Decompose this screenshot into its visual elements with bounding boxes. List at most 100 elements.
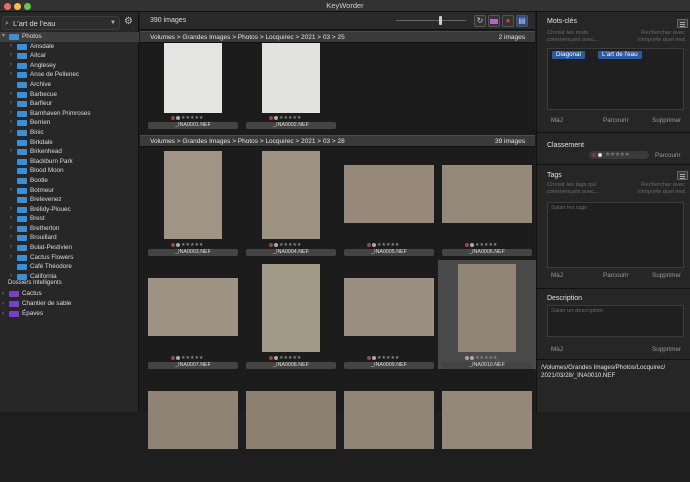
rating-control[interactable]: ★★★★★ xyxy=(589,151,649,159)
chevron-right-icon[interactable]: › xyxy=(2,289,4,299)
image-preview[interactable] xyxy=(164,43,222,113)
tree-item[interactable]: › Bulat-Pestivien xyxy=(0,243,139,253)
image-preview[interactable] xyxy=(148,391,238,449)
star-rating[interactable]: ★★★★★ xyxy=(279,115,301,121)
flag-dot[interactable] xyxy=(269,115,273,120)
tree-item[interactable]: › Barfleur xyxy=(0,99,139,109)
image-preview[interactable] xyxy=(262,264,320,352)
tree-item[interactable]: › Anglesey xyxy=(0,61,139,71)
label-dot[interactable] xyxy=(176,115,180,120)
tree-item[interactable]: › Binic xyxy=(0,128,139,138)
tree-item[interactable]: › Brouillard xyxy=(0,233,139,243)
thumbnail-rating[interactable]: ★★★★★ xyxy=(367,241,399,249)
image-preview[interactable] xyxy=(458,264,516,352)
image-thumbnail-cell[interactable]: ★★★★★ _INA0010.NEF xyxy=(438,260,536,369)
description-delete-button[interactable]: Supprimer xyxy=(652,346,681,353)
image-thumbnail-cell[interactable]: ★★★★★ _INA0007.NEF xyxy=(144,260,242,369)
thumbnail-rating[interactable]: ★★★★★ xyxy=(465,241,497,249)
flag-button[interactable]: ● xyxy=(502,15,514,27)
folder-selector[interactable]: ⌕ L'art de l'eau ▼ xyxy=(2,16,120,30)
keyword-tag[interactable]: L'art de l'eau xyxy=(598,51,642,59)
section-header[interactable]: Volumes > Grandes Images > Photos > Locq… xyxy=(140,31,535,43)
image-thumbnail-cell[interactable]: ★★★★★ _INA0003.NEF xyxy=(144,147,242,256)
image-preview[interactable] xyxy=(344,278,434,336)
rating-browse-button[interactable]: Parcourir xyxy=(655,152,681,159)
tree-item[interactable]: › Brest xyxy=(0,214,139,224)
keywords-delete-button[interactable]: Supprimer xyxy=(652,117,681,124)
flag-dot[interactable] xyxy=(171,115,175,120)
star-rating[interactable]: ★★★★★ xyxy=(181,115,203,121)
label-dot[interactable] xyxy=(274,115,278,120)
image-thumbnail-cell[interactable] xyxy=(340,373,438,482)
chevron-right-icon[interactable]: › xyxy=(10,70,12,80)
image-preview[interactable] xyxy=(442,391,532,449)
image-thumbnail-cell[interactable] xyxy=(242,373,340,482)
label-dot[interactable] xyxy=(470,242,474,247)
info-panel-button[interactable]: ▤ xyxy=(516,15,528,27)
keywords-update-button[interactable]: MàJ xyxy=(551,117,563,124)
chevron-down-icon[interactable]: ▾ xyxy=(2,32,5,42)
flag-dot[interactable] xyxy=(367,355,371,360)
thumbnail-rating[interactable]: ★★★★★ xyxy=(269,354,301,362)
tags-browse-button[interactable]: Parcourir xyxy=(603,272,629,279)
star-rating[interactable]: ★★★★★ xyxy=(181,355,203,361)
description-input[interactable]: Saisir un description xyxy=(547,305,684,337)
tags-delete-button[interactable]: Supprimer xyxy=(652,272,681,279)
tree-item-root[interactable]: ▾ Photos xyxy=(0,32,139,42)
tags-update-button[interactable]: MàJ xyxy=(551,272,563,279)
image-thumbnail-cell[interactable]: ★★★★★ _INA0009.NEF xyxy=(340,260,438,369)
image-preview[interactable] xyxy=(246,391,336,449)
label-dot[interactable] xyxy=(470,355,474,360)
thumbnail-rating[interactable]: ★★★★★ xyxy=(465,354,497,362)
section-header[interactable]: Volumes > Grandes Images > Photos > Locq… xyxy=(140,135,535,147)
image-thumbnail-cell[interactable]: ★★★★★ _INA0008.NEF xyxy=(242,260,340,369)
tree-item[interactable]: › Anse de Pellenec xyxy=(0,70,139,80)
star-rating[interactable]: ★★★★★ xyxy=(279,242,301,248)
image-preview[interactable] xyxy=(262,43,320,113)
chevron-right-icon[interactable]: › xyxy=(10,90,12,100)
tree-item[interactable]: Brelevenez xyxy=(0,195,139,205)
flag-dot[interactable] xyxy=(465,355,469,360)
smart-folder-item[interactable]: › Épaves xyxy=(0,309,139,319)
chevron-right-icon[interactable]: › xyxy=(10,205,12,215)
chevron-right-icon[interactable]: › xyxy=(10,118,12,128)
thumbnail-rating[interactable]: ★★★★★ xyxy=(171,114,203,122)
tree-item[interactable]: › Birkenhead xyxy=(0,147,139,157)
smart-folder-item[interactable]: › Chantier de sable xyxy=(0,299,139,309)
star-rating[interactable]: ★★★★★ xyxy=(181,242,203,248)
description-update-button[interactable]: MàJ xyxy=(551,346,563,353)
image-preview[interactable] xyxy=(262,151,320,239)
tree-item[interactable]: › Botmeur xyxy=(0,186,139,196)
smart-folder-item[interactable]: › Cactus xyxy=(0,289,139,299)
image-thumbnail-cell[interactable] xyxy=(438,373,536,482)
image-preview[interactable] xyxy=(442,165,532,223)
thumbnail-rating[interactable]: ★★★★★ xyxy=(171,354,203,362)
image-thumbnail-cell[interactable]: ★★★★★ _INA0006.NEF xyxy=(438,147,536,256)
tags-input[interactable]: Saisir les tags xyxy=(547,202,684,268)
flag-dot[interactable] xyxy=(269,355,273,360)
thumbnail-rating[interactable]: ★★★★★ xyxy=(171,241,203,249)
zoom-slider-handle[interactable] xyxy=(439,16,443,25)
chevron-right-icon[interactable]: › xyxy=(10,233,12,243)
chevron-right-icon[interactable]: › xyxy=(10,99,12,109)
zoom-slider[interactable] xyxy=(396,20,466,21)
chevron-right-icon[interactable]: › xyxy=(10,61,12,71)
label-dot[interactable] xyxy=(372,355,376,360)
chevron-right-icon[interactable]: › xyxy=(10,147,12,157)
tree-item[interactable]: Bootle xyxy=(0,176,139,186)
label-dot[interactable] xyxy=(274,242,278,247)
image-thumbnail-cell[interactable] xyxy=(144,373,242,482)
keyword-tag[interactable]: Diagonal xyxy=(552,51,585,59)
tree-item[interactable]: › Aitcar xyxy=(0,51,139,61)
flag-dot[interactable] xyxy=(592,153,596,157)
chevron-right-icon[interactable]: › xyxy=(10,109,12,119)
chevron-right-icon[interactable]: › xyxy=(2,299,4,309)
image-preview[interactable] xyxy=(344,165,434,223)
flag-dot[interactable] xyxy=(367,242,371,247)
tree-item[interactable]: Archive xyxy=(0,80,139,90)
flag-dot[interactable] xyxy=(269,242,273,247)
image-preview[interactable] xyxy=(148,278,238,336)
star-rating[interactable]: ★★★★★ xyxy=(377,242,399,248)
chevron-right-icon[interactable]: › xyxy=(10,243,12,253)
flag-dot[interactable] xyxy=(171,242,175,247)
